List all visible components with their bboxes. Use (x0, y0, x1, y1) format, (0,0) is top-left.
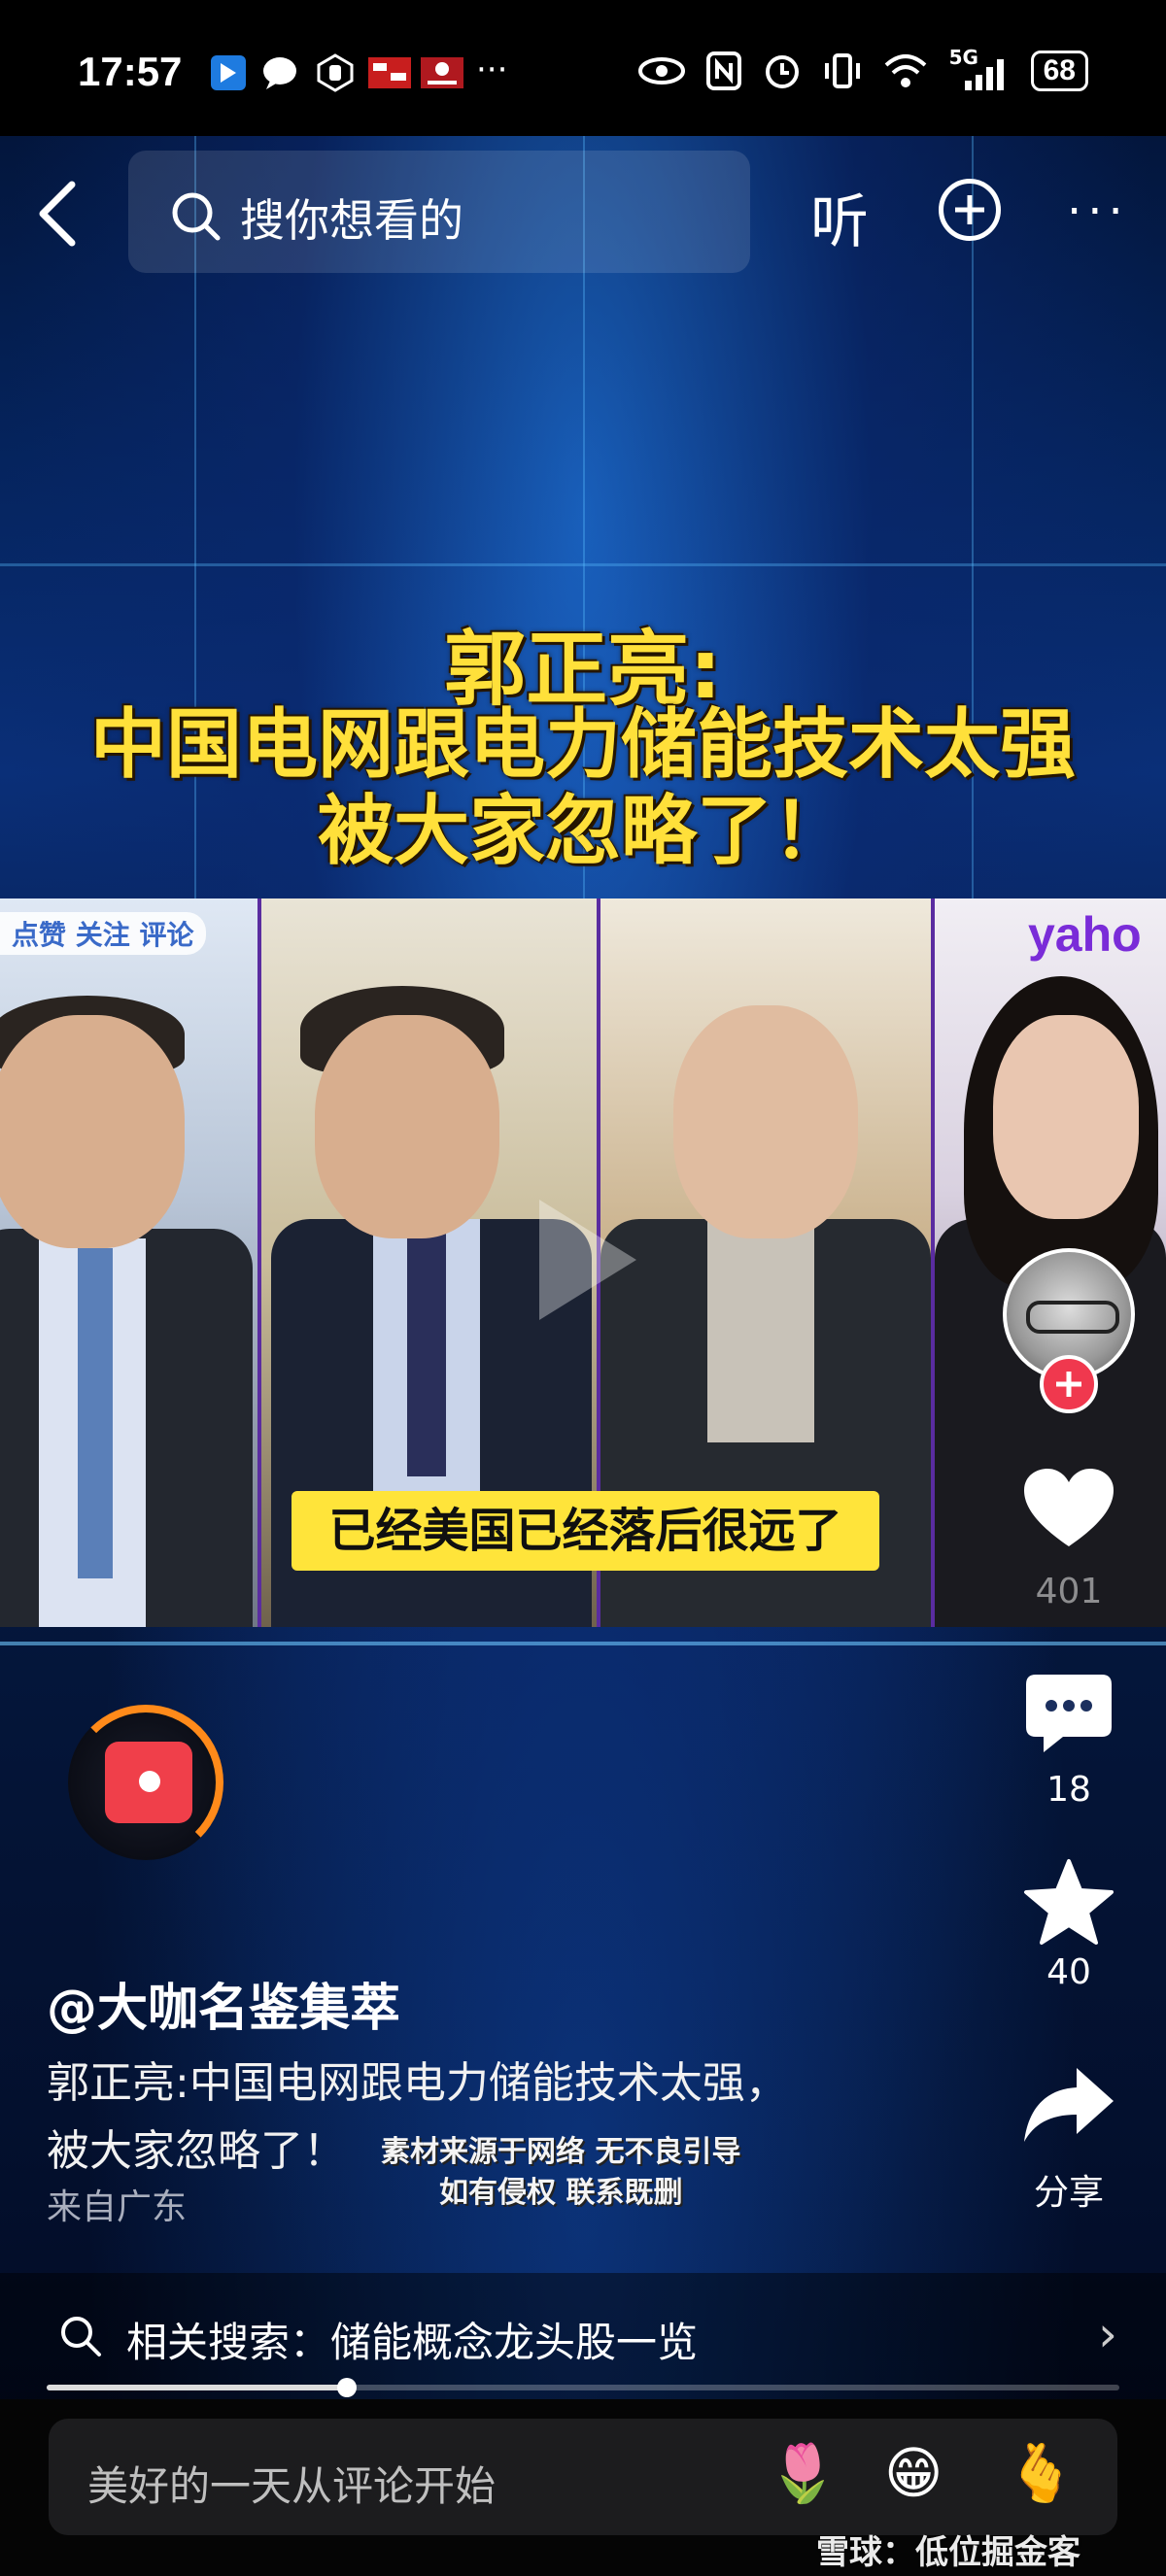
favorite-count: 40 (1046, 1952, 1091, 1992)
comment-placeholder: 美好的一天从评论开始 (87, 2462, 497, 2510)
post-description-line1[interactable]: 郭正亮:中国电网跟电力储能技术太强， (47, 2048, 788, 2110)
emoji-grin-button[interactable]: 😁 (884, 2440, 943, 2506)
search-input[interactable]: 搜你想看的 (128, 151, 750, 273)
site-watermark: 雪球：低位掘金客 (816, 2533, 1080, 2572)
music-icon (105, 1742, 192, 1823)
related-search-label: 相关搜索：储能概念龙头股一览 (126, 2319, 699, 2366)
channel-logo: yaho (1028, 907, 1142, 962)
comment-icon[interactable] (1024, 1673, 1114, 1754)
video-progress-fill (47, 2385, 348, 2390)
related-search-bar[interactable]: 相关搜索：储能概念龙头股一览 › (0, 2273, 1166, 2399)
interaction-badge: 点赞 关注 评论 (0, 912, 206, 955)
video-progress-handle[interactable] (337, 2378, 358, 2397)
disclaimer-line1: 素材来源于网络 无不良引导 (381, 2135, 741, 2169)
emoji-heart-hand-button[interactable]: 🫰 (1006, 2440, 1076, 2507)
video-progress-bar[interactable] (47, 2378, 1119, 2397)
app-notification-icon (211, 55, 246, 90)
share-label: 分享 (1033, 2173, 1104, 2213)
battery-indicator: 68 (1030, 51, 1088, 91)
chevron-right-icon: › (1098, 2306, 1117, 2362)
alarm-icon (765, 55, 799, 88)
news-app-icon (421, 57, 463, 88)
comment-input[interactable]: 美好的一天从评论开始 🌷 😁 🫰 (49, 2419, 1117, 2535)
message-icon (263, 57, 296, 89)
news-app-icon (368, 57, 411, 88)
share-icon[interactable] (1020, 2064, 1117, 2146)
clock: 17:57 (78, 49, 183, 94)
emoji-flower-button[interactable]: 🌷 (768, 2440, 838, 2507)
vibrate-icon (824, 53, 860, 88)
play-icon[interactable] (539, 1200, 636, 1320)
like-count: 401 (1035, 1572, 1103, 1611)
back-icon[interactable] (29, 175, 87, 253)
source-disclaimer: 素材来源于网络 无不良引导 如有侵权 联系既删 (381, 2132, 740, 2214)
search-placeholder: 搜你想看的 (240, 194, 463, 247)
favorite-star-icon[interactable] (1022, 1857, 1115, 1947)
video-headline-line3: 被大家忽略了！ (317, 788, 848, 875)
follow-button[interactable] (1040, 1355, 1098, 1413)
post-location: 来自广东 (47, 2187, 188, 2227)
more-options-button[interactable]: ··· (1067, 185, 1129, 239)
status-bar: 17:57 ··· 5G 68 (0, 0, 1166, 136)
more-notifications-icon: ··· (476, 51, 508, 89)
like-icon[interactable] (1022, 1467, 1115, 1550)
nfc-icon (705, 51, 741, 90)
listen-button[interactable]: 听 (810, 175, 869, 259)
video-player[interactable]: 点赞 关注 评论 yaho 已经美国已经落后很远了 (0, 898, 1166, 1627)
search-icon (61, 2317, 101, 2356)
video-panel-speaker-1: 点赞 关注 评论 (0, 898, 257, 1627)
video-subtitle: 已经美国已经落后很远了 (292, 1491, 879, 1571)
disclaimer-line2: 如有侵权 联系既删 (439, 2176, 683, 2210)
search-icon (172, 192, 221, 241)
wifi-icon (884, 54, 926, 87)
add-button[interactable] (939, 179, 1001, 241)
author-name[interactable]: @大咖名鉴集萃 (47, 1967, 400, 2040)
grid-line (0, 1642, 1166, 1645)
eye-icon (637, 57, 685, 85)
signal-icon: 5G (949, 46, 1010, 90)
post-description-line2[interactable]: 被大家忽略了！ (47, 2116, 346, 2178)
comment-count: 18 (1046, 1770, 1091, 1810)
hand-icon (317, 53, 354, 92)
